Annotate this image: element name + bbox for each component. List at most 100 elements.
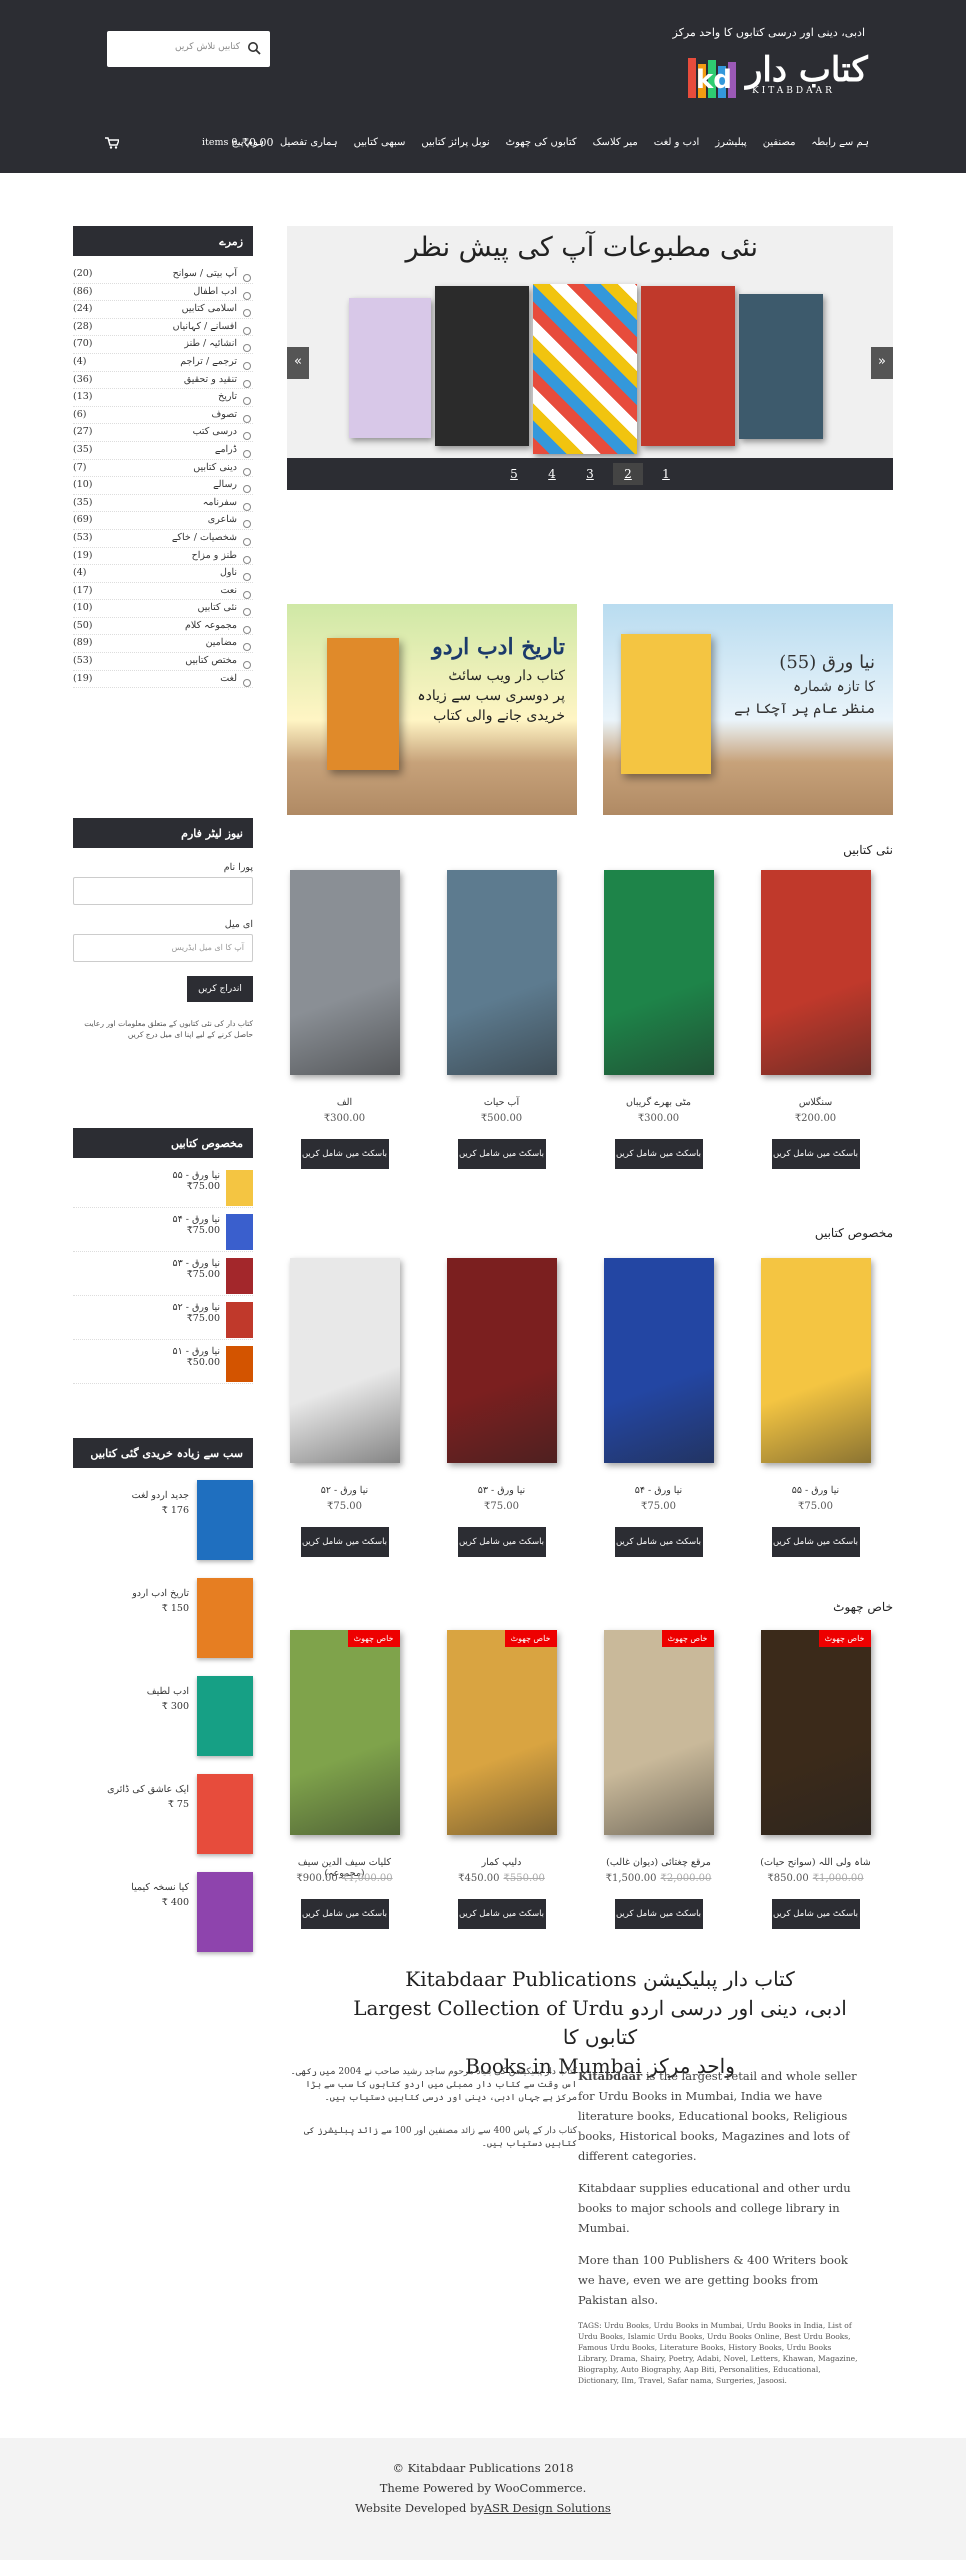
product-cover[interactable] [760, 870, 871, 1075]
category-name[interactable]: نئی کتابیں [198, 602, 253, 617]
product-name[interactable]: سنگلاس [758, 1097, 873, 1113]
category-item[interactable]: (24) اسلامی کتابیں [73, 301, 253, 319]
nav-item[interactable]: ہم سے رابطہ [811, 137, 869, 148]
product-name[interactable]: دلیپ کمار [444, 1857, 559, 1873]
nav-item[interactable]: سبھی کتابیں [354, 137, 406, 148]
category-item[interactable]: (35) ڈرامے [73, 442, 253, 460]
category-name[interactable]: آپ بیتی / سوانح [173, 268, 253, 283]
featured-thumb[interactable] [226, 1258, 253, 1294]
bestseller-name[interactable]: ادب لطیف [147, 1686, 189, 1697]
category-item[interactable]: (10) رسالے [73, 477, 253, 495]
category-item[interactable]: (4) ناول [73, 565, 253, 583]
category-name[interactable]: انشائیہ / طنز [184, 338, 253, 353]
search-box[interactable]: کتابیں تلاش کریں [107, 31, 270, 67]
add-to-cart-button[interactable]: باسکٹ میں شامل کریں [614, 1139, 703, 1169]
category-item[interactable]: (89) مضامین [73, 635, 253, 654]
cart-icon[interactable] [105, 137, 119, 149]
bestseller-name[interactable]: تاریخ ادب اردو [132, 1588, 189, 1599]
slider-book[interactable] [739, 294, 823, 439]
nav-item[interactable]: ہماری تفصیل [280, 137, 338, 148]
featured-thumb[interactable] [226, 1346, 253, 1382]
category-item[interactable]: (19) طنز و مزاح [73, 548, 253, 566]
category-item[interactable]: (7) دینی کتابیں [73, 460, 253, 478]
slider-book[interactable] [349, 298, 431, 438]
category-item[interactable]: (69) شاعری [73, 512, 253, 530]
category-name[interactable]: مجموعہ کلام [185, 620, 253, 635]
category-name[interactable]: افسانے / کہانیاں [173, 321, 253, 336]
slider-next-button[interactable]: » [871, 347, 893, 379]
subscribe-button[interactable]: اندراج کریں [187, 976, 253, 1002]
category-name[interactable]: تنقید و تحقیق [184, 374, 253, 389]
product-name[interactable]: نیا ورق - ۵۴ [601, 1485, 716, 1501]
product-cover[interactable]: خاص چھوٹ [446, 1630, 557, 1835]
add-to-cart-button[interactable]: باسکٹ میں شامل کریں [300, 1527, 389, 1557]
category-item[interactable]: (53) شخصیات / خاکے [73, 530, 253, 548]
bestseller-thumb[interactable] [197, 1480, 253, 1560]
category-name[interactable]: درسی کتب [193, 426, 253, 441]
banner-tareekh[interactable]: تاریخ ادب اردو کتاب دار ویب سائٹ پر دوسر… [287, 604, 577, 815]
add-to-cart-button[interactable]: باسکٹ میں شامل کریں [771, 1527, 860, 1557]
add-to-cart-button[interactable]: باسکٹ میں شامل کریں [457, 1139, 546, 1169]
product-name[interactable]: شاہ ولی اللہ (سوانح حیات) [758, 1857, 873, 1873]
category-item[interactable]: (13) تاریخ [73, 389, 253, 407]
bestseller-thumb[interactable] [197, 1774, 253, 1854]
add-to-cart-button[interactable]: باسکٹ میں شامل کریں [614, 1899, 703, 1929]
product-cover[interactable] [760, 1258, 871, 1463]
product-name[interactable]: نیا ورق - ۵۳ [444, 1485, 559, 1501]
category-item[interactable]: (28) افسانے / کہانیاں [73, 319, 253, 337]
category-name[interactable]: ناول [220, 567, 253, 582]
pager-link[interactable]: 1 [651, 467, 681, 481]
add-to-cart-button[interactable]: باسکٹ میں شامل کریں [457, 1527, 546, 1557]
category-name[interactable]: مضامین [206, 637, 253, 652]
featured-name[interactable]: نیا ورق - ۵۴ [173, 1214, 220, 1225]
product-name[interactable]: مرقع چغتائی (دیوان غالب) [601, 1857, 716, 1873]
developer-link[interactable]: ASR Design Solutions [484, 2501, 611, 2515]
search-input[interactable]: کتابیں تلاش کریں [175, 42, 240, 52]
pager-link[interactable]: 3 [575, 467, 605, 481]
category-name[interactable]: ادب اطفال [193, 286, 253, 301]
category-name[interactable]: دینی کتابیں [193, 462, 253, 477]
slider-book[interactable] [435, 286, 529, 446]
product-name[interactable]: نیا ورق - ۵۵ [758, 1485, 873, 1501]
nav-item[interactable]: مصنفین [763, 137, 796, 148]
featured-item[interactable]: نیا ورق - ۵۲ ₹75.00 [73, 1296, 253, 1340]
bestseller-thumb[interactable] [197, 1676, 253, 1756]
bestseller-thumb[interactable] [197, 1578, 253, 1658]
category-item[interactable]: (35) سفرنامہ [73, 495, 253, 513]
bestseller-name[interactable]: ایک عاشق کی ڈائری [107, 1784, 189, 1795]
bestseller-item[interactable]: کیا نسخہ کیمیا 400 ₹ [73, 1872, 253, 1970]
category-name[interactable]: طنز و مزاح [192, 550, 253, 565]
category-item[interactable]: (4) ترجمے / تراجم [73, 354, 253, 372]
slider-book[interactable] [533, 284, 637, 454]
bestseller-item[interactable]: تاریخ ادب اردو 150 ₹ [73, 1578, 253, 1676]
featured-name[interactable]: نیا ورق - ۵۲ [173, 1302, 220, 1313]
featured-name[interactable]: نیا ورق - ۵۵ [173, 1170, 220, 1181]
category-item[interactable]: (70) انشائیہ / طنز [73, 336, 253, 354]
category-item[interactable]: (17) نعت [73, 583, 253, 601]
category-name[interactable]: تاریخ [218, 391, 253, 406]
category-name[interactable]: نعت [220, 585, 253, 600]
banner-naya-waraq[interactable]: نیا ورق (55) کا تازہ شمارہ منظر عام پر آ… [603, 604, 893, 815]
featured-thumb[interactable] [226, 1302, 253, 1338]
product-cover[interactable] [603, 870, 714, 1075]
category-name[interactable]: تصوف [211, 409, 253, 424]
product-cover[interactable] [446, 870, 557, 1075]
pager-link[interactable]: 5 [499, 467, 529, 481]
search-icon[interactable] [247, 41, 261, 55]
nav-item[interactable]: میر کلاسک [593, 137, 638, 148]
slider-prev-button[interactable]: « [287, 347, 309, 379]
name-field[interactable] [73, 877, 253, 905]
category-name[interactable]: اسلامی کتابیں [182, 303, 253, 318]
category-name[interactable]: سفرنامہ [203, 497, 253, 512]
category-name[interactable]: لغت [220, 673, 253, 688]
product-cover[interactable]: خاص چھوٹ [289, 1630, 400, 1835]
category-name[interactable]: شخصیات / خاکے [172, 532, 253, 547]
featured-item[interactable]: نیا ورق - ۵۳ ₹75.00 [73, 1252, 253, 1296]
email-field[interactable]: آپ کا ای میل ایڈریس [73, 934, 253, 962]
pager-link-active[interactable]: 2 [613, 463, 643, 485]
category-name[interactable]: مختص کتابیں [185, 655, 253, 670]
category-name[interactable]: رسالے [213, 479, 253, 494]
product-cover[interactable]: خاص چھوٹ [603, 1630, 714, 1835]
featured-item[interactable]: نیا ورق - ۵۴ ₹75.00 [73, 1208, 253, 1252]
category-item[interactable]: (53) مختص کتابیں [73, 653, 253, 671]
